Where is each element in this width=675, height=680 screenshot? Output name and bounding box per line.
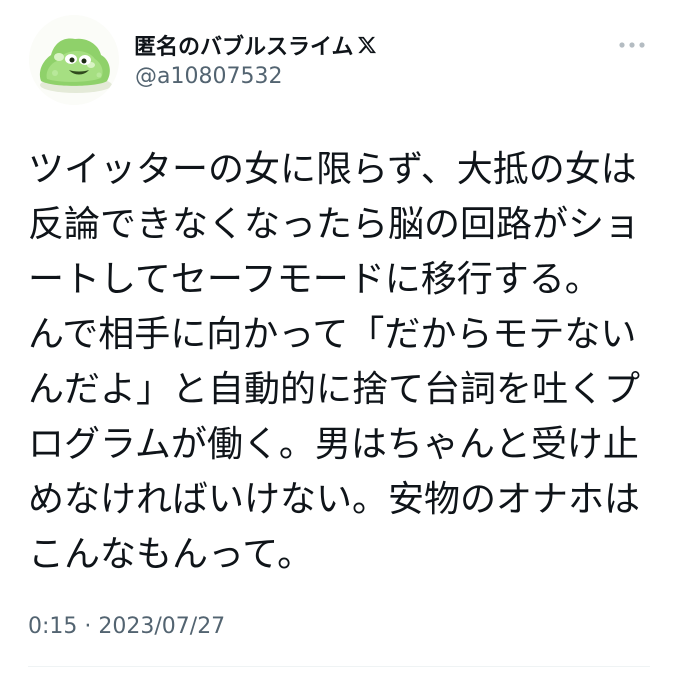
tweet-text-line: んだよ」と自動的に捨て台詞を吐くプ xyxy=(28,369,641,410)
avatar[interactable] xyxy=(29,15,119,105)
tweet-text-line: こんなもんって。 xyxy=(28,534,314,575)
divider xyxy=(28,666,650,667)
author-handle[interactable]: @a10807532 xyxy=(135,64,282,89)
tweet-text-line: ツイッターの女に限らず、大抵の女は xyxy=(28,149,637,190)
tweet-text-line: 反論できなくなったら脳の回路がショ xyxy=(28,204,641,245)
tweet-text-line: んで相手に向かって「だからモテない xyxy=(28,314,637,355)
ellipsis-icon xyxy=(619,42,645,48)
tweet-text-line: ートしてセーフモードに移行する。 xyxy=(28,259,601,300)
more-options-button[interactable] xyxy=(612,32,652,58)
tweet-timestamp[interactable]: 0:15 · 2023/07/27 xyxy=(28,614,225,639)
tweet-text: ツイッターの女に限らず、大抵の女は 反論できなくなったら脳の回路がショ ートして… xyxy=(28,142,658,582)
author-display-name[interactable]: 匿名のバブルスライム xyxy=(134,29,354,61)
tweet-text-line: めなければいけない。安物のオナホは xyxy=(28,479,641,520)
x-logo-icon xyxy=(357,35,377,55)
bubble-slime-avatar-icon xyxy=(29,15,119,105)
tweet-header: 匿名のバブルスライム @a10807532 xyxy=(0,0,675,110)
author-name-row: 匿名のバブルスライム xyxy=(134,28,377,62)
tweet-text-line: ログラムが働く。男はちゃんと受け止 xyxy=(28,424,639,465)
